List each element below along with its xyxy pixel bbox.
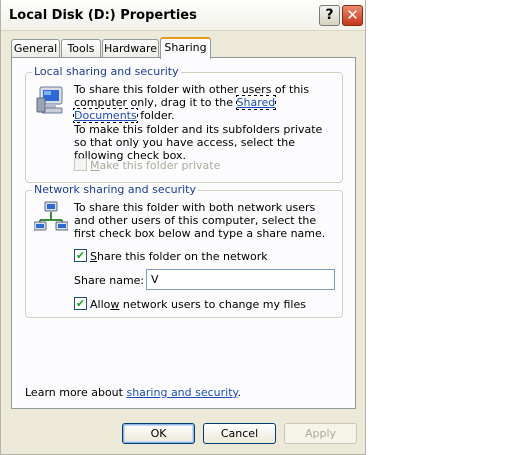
- apply-button[interactable]: Apply: [284, 423, 357, 444]
- make-private-label-rest: ake this folder private: [99, 159, 221, 172]
- tab-sharing[interactable]: Sharing: [160, 37, 211, 59]
- local-sharing-group: Local sharing and security To share this…: [25, 65, 343, 183]
- network-computers-icon: [34, 201, 68, 231]
- tab-general[interactable]: General: [11, 39, 60, 58]
- allow-label-pre: Allo: [90, 298, 111, 311]
- share-name-input[interactable]: V: [146, 269, 335, 290]
- properties-dialog: Local Disk (D:) Properties ? ✕ General T…: [0, 0, 366, 455]
- window-title: Local Disk (D:) Properties: [9, 8, 197, 23]
- private-instructions: To make this folder and its subfolders p…: [74, 123, 323, 162]
- share-on-network-label: Share this folder on the network: [90, 250, 268, 263]
- local-text-post: folder.: [136, 109, 175, 122]
- learn-more-text: Learn more about sharing and security.: [25, 386, 241, 399]
- ok-button[interactable]: OK: [122, 423, 195, 444]
- network-sharing-description: To share this folder with both network u…: [74, 201, 326, 240]
- local-sharing-legend: Local sharing and security: [32, 65, 181, 78]
- title-bar[interactable]: Local Disk (D:) Properties ? ✕: [1, 0, 365, 31]
- share-label-rest: hare this folder on the network: [96, 250, 268, 263]
- sharing-security-link[interactable]: sharing and security: [126, 386, 237, 399]
- share-name-label: Share name:: [74, 274, 145, 287]
- learn-more-prefix: Learn more about: [25, 386, 127, 399]
- make-private-access-key: M: [90, 159, 100, 172]
- cancel-button[interactable]: Cancel: [203, 423, 276, 444]
- network-sharing-group: Network sharing and security To share th…: [25, 183, 343, 318]
- learn-more-suffix: .: [237, 386, 241, 399]
- share-access-key: S: [90, 250, 97, 263]
- tab-tools[interactable]: Tools: [61, 39, 101, 58]
- help-button[interactable]: ?: [319, 5, 340, 26]
- sharing-tab-panel: Local sharing and security To share this…: [11, 57, 356, 409]
- allow-changes-label: Allow network users to change my files: [90, 298, 306, 311]
- allow-changes-checkbox[interactable]: ✔: [74, 297, 87, 310]
- make-private-checkbox[interactable]: [74, 158, 87, 171]
- make-private-label: Make this folder private: [90, 159, 220, 172]
- share-on-network-checkbox[interactable]: ✔: [74, 249, 87, 262]
- tab-hardware[interactable]: Hardware: [102, 39, 159, 58]
- close-button[interactable]: ✕: [342, 5, 363, 26]
- computer-icon: [36, 86, 63, 114]
- local-sharing-description: To share this folder with other users of…: [72, 83, 336, 123]
- network-sharing-legend: Network sharing and security: [32, 183, 199, 196]
- allow-label-rest: network users to change my files: [119, 298, 306, 311]
